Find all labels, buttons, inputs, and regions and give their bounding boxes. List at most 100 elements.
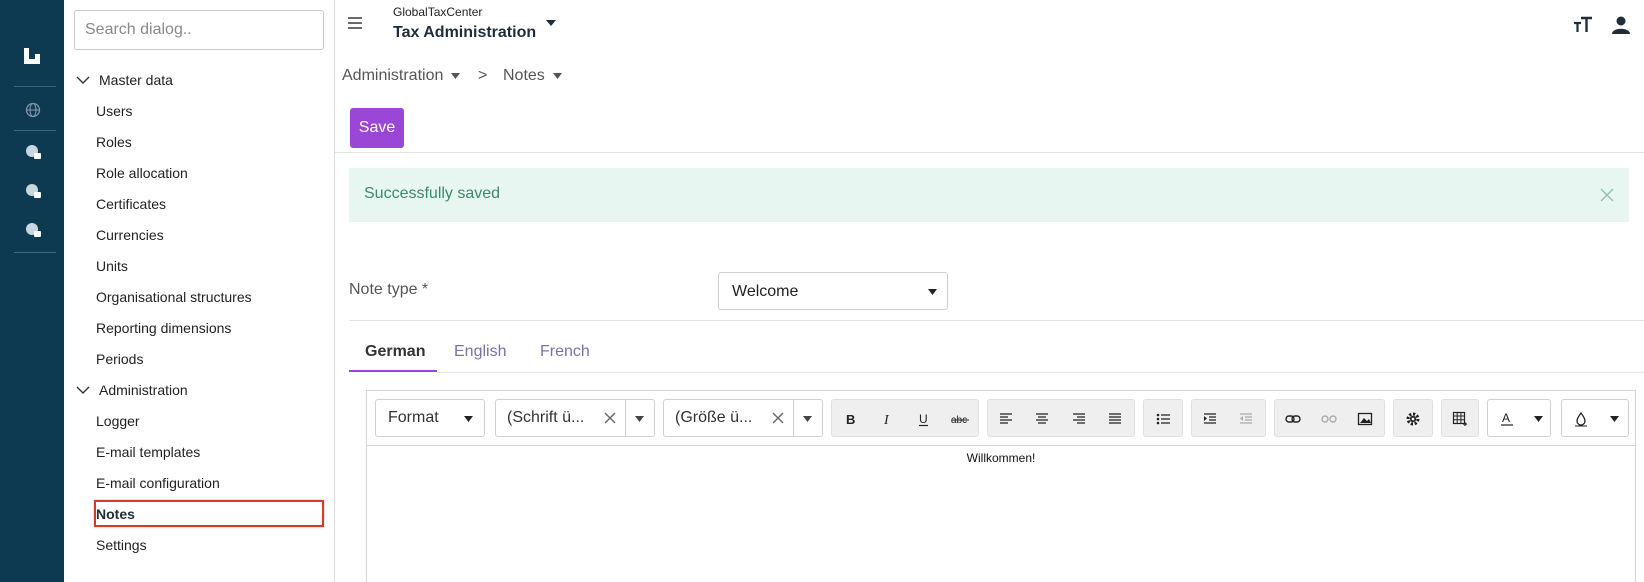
bold-icon[interactable]: B — [842, 411, 858, 427]
clear-icon[interactable] — [772, 412, 784, 424]
breadcrumb-label: Administration — [342, 67, 444, 84]
nav-item-reporting-dimensions[interactable]: Reporting dimensions — [96, 320, 231, 336]
underline-icon[interactable]: U — [916, 411, 932, 427]
success-alert: Successfully saved — [349, 168, 1629, 222]
align-center-icon[interactable] — [1034, 411, 1050, 427]
format-label: Format — [388, 409, 439, 426]
nav-item-certificates[interactable]: Certificates — [96, 196, 166, 212]
svg-text:I: I — [883, 413, 890, 427]
list-group — [1143, 399, 1183, 437]
app-rail — [0, 0, 64, 582]
bulleted-list-icon[interactable] — [1155, 411, 1171, 427]
save-button[interactable]: Save — [350, 108, 404, 148]
italic-icon[interactable]: I — [879, 411, 895, 427]
table-icon[interactable] — [1452, 411, 1468, 427]
outdent-icon[interactable] — [1238, 411, 1254, 427]
settings-icon[interactable] — [1405, 411, 1421, 427]
strikethrough-icon[interactable]: abc — [951, 411, 971, 427]
text-color-dropdown[interactable]: A — [1487, 399, 1551, 437]
nav-item-currencies[interactable]: Currencies — [96, 227, 164, 243]
nav-group-label: Administration — [99, 382, 188, 398]
rail-divider — [14, 130, 56, 131]
link-icon[interactable] — [1285, 411, 1301, 427]
nav-item-notes[interactable]: Notes — [96, 506, 135, 522]
search-input[interactable] — [74, 10, 324, 50]
tab-french[interactable]: French — [540, 343, 590, 361]
nav-item-organisational-structures[interactable]: Organisational structures — [96, 289, 252, 305]
breadcrumb-label: Notes — [503, 67, 545, 84]
app-logo-icon[interactable] — [22, 46, 42, 66]
nav-group-master-data[interactable]: Master data — [74, 71, 173, 89]
indent-group — [1191, 399, 1266, 437]
rail-divider — [14, 86, 56, 87]
align-group — [987, 399, 1135, 437]
nav-item-roles[interactable]: Roles — [96, 134, 132, 150]
nav-item-settings[interactable]: Settings — [96, 537, 147, 553]
breadcrumb-administration[interactable]: Administration — [342, 67, 461, 85]
svg-text:B: B — [846, 412, 855, 427]
clear-icon[interactable] — [604, 412, 616, 424]
note-type-label: Note type * — [349, 281, 429, 298]
editor-toolbar: Format (Schrift ü... (Größe ü... B I U a… — [367, 391, 1635, 446]
font-label: (Schrift ü... — [507, 409, 585, 426]
note-type-select[interactable]: Welcome — [718, 272, 948, 310]
divider — [437, 372, 1644, 373]
table-group — [1441, 399, 1479, 437]
size-dropdown[interactable]: (Größe ü... — [663, 399, 823, 437]
caret-down-icon — [635, 416, 644, 422]
unlink-icon[interactable] — [1321, 411, 1337, 427]
caret-down-icon — [803, 416, 812, 422]
align-left-icon[interactable] — [998, 411, 1014, 427]
align-justify-icon[interactable] — [1107, 411, 1123, 427]
nav-item-email-templates[interactable]: E-mail templates — [96, 444, 200, 460]
sidebar: Master data Users Roles Role allocation … — [64, 0, 335, 582]
caret-down-icon — [1610, 416, 1619, 422]
tab-german[interactable]: German — [365, 343, 425, 361]
image-icon[interactable] — [1357, 411, 1373, 427]
user-icon[interactable] — [1610, 14, 1632, 36]
svg-text:U: U — [919, 412, 928, 426]
globe-icon[interactable] — [24, 101, 42, 119]
active-tab-indicator — [349, 370, 437, 372]
caret-down-icon[interactable] — [545, 19, 557, 27]
hamburger-menu-icon[interactable] — [346, 14, 364, 32]
nav-group-label: Master data — [99, 72, 173, 88]
divider — [349, 320, 1644, 321]
nav-item-role-allocation[interactable]: Role allocation — [96, 165, 188, 181]
align-right-icon[interactable] — [1071, 411, 1087, 427]
caret-down-icon — [928, 289, 937, 295]
app-subtitle: GlobalTaxCenter — [393, 5, 483, 19]
nav-item-periods[interactable]: Periods — [96, 351, 143, 367]
editor-content[interactable]: Willkommen! — [367, 451, 1635, 465]
link-group — [1274, 399, 1385, 437]
background-color-dropdown[interactable] — [1561, 399, 1629, 437]
dropdown-divider — [793, 400, 794, 436]
breadcrumb-separator: > — [478, 67, 488, 84]
background-color-icon — [1575, 411, 1587, 427]
close-icon[interactable] — [1599, 187, 1615, 203]
settings-group — [1393, 399, 1433, 437]
app-title[interactable]: Tax Administration — [393, 24, 536, 42]
note-type-value: Welcome — [732, 283, 799, 300]
globe-lock-icon[interactable] — [24, 143, 42, 161]
tab-english[interactable]: English — [454, 343, 506, 361]
nav-item-email-configuration[interactable]: E-mail configuration — [96, 475, 220, 491]
nav-group-administration[interactable]: Administration — [74, 381, 188, 399]
dropdown-divider — [625, 400, 626, 436]
nav-item-units[interactable]: Units — [96, 258, 128, 274]
format-dropdown[interactable]: Format — [375, 399, 485, 437]
caret-down-icon — [1534, 416, 1543, 422]
globe-lock-icon[interactable] — [24, 221, 42, 239]
text-size-icon[interactable] — [1572, 14, 1594, 36]
caret-down-icon — [464, 416, 473, 422]
globe-lock-icon[interactable] — [24, 182, 42, 200]
font-dropdown[interactable]: (Schrift ü... — [495, 399, 655, 437]
indent-icon[interactable] — [1202, 411, 1218, 427]
chevron-down-icon — [76, 386, 90, 394]
nav-item-logger[interactable]: Logger — [96, 413, 140, 429]
rail-divider — [14, 252, 56, 253]
text-style-group: B I U abc — [831, 399, 979, 437]
caret-down-icon — [451, 73, 461, 79]
nav-item-users[interactable]: Users — [96, 103, 133, 119]
breadcrumb-notes[interactable]: Notes — [503, 67, 562, 85]
